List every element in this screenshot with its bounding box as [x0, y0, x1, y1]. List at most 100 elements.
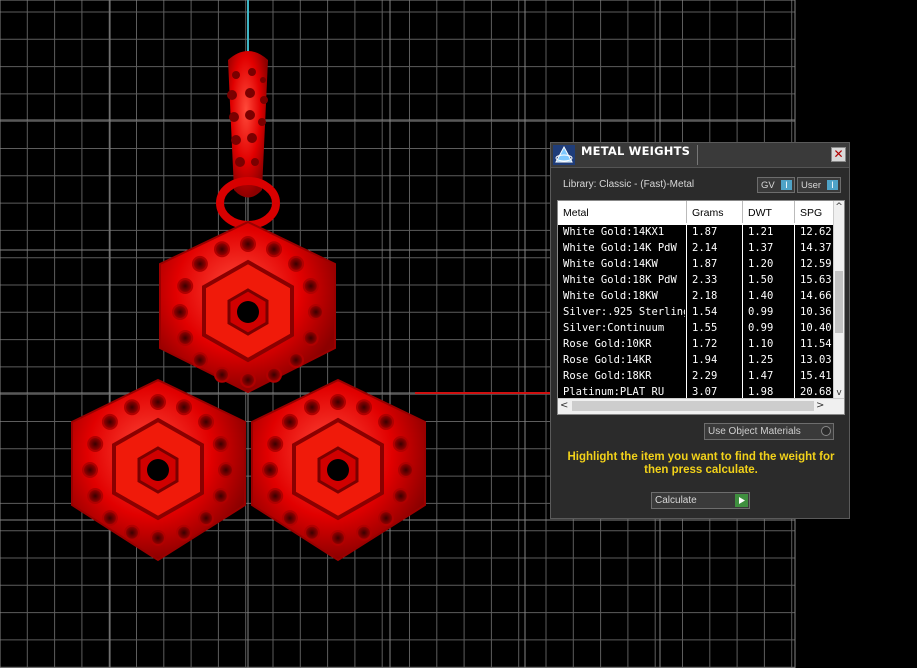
- perforation-hole: [356, 399, 372, 416]
- cell-divider: [742, 257, 743, 273]
- cell-divider: [686, 225, 687, 241]
- perforation-hole: [281, 510, 298, 527]
- table-cell-grams: 2.33: [692, 274, 718, 286]
- table-row[interactable]: White Gold:18KW 2.18 1.40 14.66: [558, 289, 836, 305]
- table-row[interactable]: White Gold:14KX1 1.87 1.21 12.62: [558, 225, 836, 241]
- column-divider[interactable]: [742, 201, 743, 223]
- user-toggle-switch-icon: I: [827, 180, 838, 190]
- column-divider[interactable]: [686, 201, 687, 223]
- column-header-grams[interactable]: Grams: [692, 207, 724, 219]
- perforation-hole: [198, 413, 215, 430]
- scroll-right-icon[interactable]: >: [816, 400, 826, 412]
- perforation-hole: [212, 436, 229, 452]
- perforation-hole: [218, 462, 234, 478]
- panel-titlebar[interactable]: METAL WEIGHTS ✕: [551, 143, 849, 168]
- calculate-button[interactable]: Calculate: [651, 492, 750, 509]
- perforation-hole: [304, 399, 320, 416]
- table-row[interactable]: Silver:.925 Sterling 1.54 0.99 10.36: [558, 305, 836, 321]
- perforation-hole: [150, 530, 166, 546]
- cell-divider: [742, 353, 743, 369]
- perforation-hole: [392, 488, 409, 504]
- use-object-materials-toggle[interactable]: Use Object Materials: [704, 423, 834, 440]
- table-body: White Gold:14KX1 1.87 1.21 12.62 White Gold:…: [558, 225, 836, 401]
- perforation-hole: [124, 399, 140, 416]
- perforation-hole: [177, 278, 194, 294]
- column-header-dwt[interactable]: DWT: [748, 207, 772, 219]
- cell-divider: [742, 337, 743, 353]
- perforation-hole: [198, 510, 215, 527]
- vertical-scrollbar[interactable]: ^ v: [833, 201, 844, 399]
- column-header-metal[interactable]: Metal: [563, 207, 589, 219]
- horizontal-scroll-thumb[interactable]: [572, 401, 814, 411]
- table-cell-grams: 1.72: [692, 338, 718, 350]
- table-row[interactable]: White Gold:14KW 1.87 1.20 12.59: [558, 257, 836, 273]
- user-toggle[interactable]: User I: [797, 177, 841, 193]
- table-cell-spg: 15.63: [800, 274, 832, 286]
- perforation-hole: [262, 462, 278, 478]
- table-cell-dwt: 1.98: [748, 386, 774, 398]
- cell-divider: [686, 305, 687, 321]
- table-row[interactable]: Rose Gold:14KR 1.94 1.25 13.03: [558, 353, 836, 369]
- perforation-hole: [378, 510, 395, 527]
- table-row[interactable]: White Gold:18K PdW 2.33 1.50 15.63: [558, 273, 836, 289]
- cell-divider: [794, 305, 795, 321]
- user-toggle-label: User: [801, 180, 822, 191]
- table-cell-dwt: 1.40: [748, 290, 774, 302]
- vertical-scroll-thumb[interactable]: [835, 271, 843, 333]
- perforation-hole: [214, 366, 230, 383]
- perforation-hole: [124, 524, 140, 541]
- table-row[interactable]: Rose Gold:10KR 1.72 1.10 11.54: [558, 337, 836, 353]
- table-cell-metal: White Gold:14K PdW: [563, 242, 677, 254]
- table-cell-spg: 15.41: [800, 370, 832, 382]
- perforation-hole: [281, 413, 298, 430]
- column-header-spg[interactable]: SPG: [800, 207, 822, 219]
- perforation-hole: [212, 488, 229, 504]
- scroll-left-icon[interactable]: <: [560, 400, 570, 412]
- library-label: Library: Classic - (Fast)-Metal: [563, 179, 695, 190]
- gv-toggle[interactable]: GV I: [757, 177, 795, 193]
- table-row[interactable]: White Gold:14K PdW 2.14 1.37 14.37: [558, 241, 836, 257]
- table-cell-dwt: 1.47: [748, 370, 774, 382]
- table-cell-metal: White Gold:18KW: [563, 290, 658, 302]
- table-cell-dwt: 1.50: [748, 274, 774, 286]
- play-arrow-icon: [735, 494, 748, 507]
- cell-divider: [686, 241, 687, 257]
- close-button[interactable]: ✕: [831, 147, 846, 162]
- scroll-up-icon[interactable]: ^: [834, 201, 844, 213]
- cell-divider: [686, 369, 687, 385]
- perforation-hole: [288, 255, 305, 272]
- table-row[interactable]: Rose Gold:18KR 2.29 1.47 15.41: [558, 369, 836, 385]
- cell-divider: [742, 305, 743, 321]
- perforation-hole: [398, 462, 414, 478]
- metal-weights-table[interactable]: Metal Grams DWT SPG White Gold:14KX1 1.87…: [557, 200, 845, 415]
- table-cell-spg: 20.68: [800, 386, 832, 398]
- cell-divider: [686, 337, 687, 353]
- cell-divider: [742, 289, 743, 305]
- perforation-hole: [150, 394, 166, 410]
- table-cell-grams: 1.87: [692, 226, 718, 238]
- table-cell-grams: 1.94: [692, 354, 718, 366]
- perforation-hole: [330, 530, 346, 546]
- radio-circle-icon: [821, 426, 831, 436]
- perforation-hole: [101, 510, 118, 527]
- perforation-hole: [82, 462, 98, 478]
- gv-toggle-switch-icon: I: [781, 180, 792, 190]
- table-cell-metal: White Gold:14KW: [563, 258, 658, 270]
- cell-divider: [686, 289, 687, 305]
- perforation-hole: [240, 236, 256, 252]
- table-cell-spg: 13.03: [800, 354, 832, 366]
- table-row[interactable]: Silver:Continuum 1.55 0.99 10.40: [558, 321, 836, 337]
- perforation-hole: [176, 399, 192, 416]
- horizontal-scrollbar[interactable]: < >: [558, 398, 844, 414]
- table-cell-grams: 2.18: [692, 290, 718, 302]
- metal-weights-panel: METAL WEIGHTS ✕ Library: Classic - (Fast…: [550, 142, 850, 519]
- table-cell-spg: 12.62: [800, 226, 832, 238]
- table-cell-spg: 10.40: [800, 322, 832, 334]
- table-cell-grams: 1.54: [692, 306, 718, 318]
- column-divider[interactable]: [794, 201, 795, 223]
- perforation-hole: [302, 330, 319, 346]
- cell-divider: [686, 353, 687, 369]
- panel-title: METAL WEIGHTS: [581, 144, 691, 158]
- table-cell-dwt: 1.10: [748, 338, 774, 350]
- cell-divider: [794, 321, 795, 337]
